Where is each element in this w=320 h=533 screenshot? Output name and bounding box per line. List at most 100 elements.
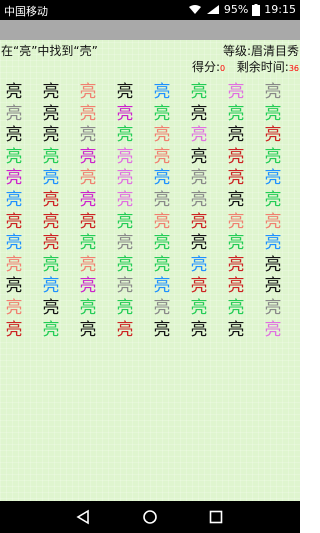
character-cell[interactable]: 亮 [78, 255, 98, 275]
character-cell[interactable]: 亮 [41, 125, 61, 145]
character-cell[interactable]: 亮 [152, 276, 172, 296]
character-cell[interactable]: 亮 [152, 190, 172, 210]
character-cell[interactable]: 亮 [115, 168, 135, 188]
character-cell[interactable]: 亮 [152, 125, 172, 145]
character-cell[interactable]: 亮 [4, 320, 24, 340]
character-cell[interactable]: 亮 [78, 276, 98, 296]
back-triangle-icon[interactable] [74, 509, 92, 525]
character-cell[interactable]: 亮 [263, 104, 283, 124]
character-cell[interactable]: 亮 [4, 125, 24, 145]
character-cell[interactable]: 亮 [4, 212, 24, 232]
character-cell[interactable]: 亮 [263, 298, 283, 318]
character-cell[interactable]: 亮 [226, 276, 246, 296]
character-cell[interactable]: 亮 [78, 104, 98, 124]
character-cell[interactable]: 亮 [226, 147, 246, 167]
character-cell[interactable]: 亮 [41, 320, 61, 340]
character-cell[interactable]: 亮 [263, 190, 283, 210]
character-cell[interactable]: 亮 [152, 104, 172, 124]
character-cell[interactable]: 亮 [4, 168, 24, 188]
character-cell[interactable]: 亮 [4, 82, 24, 102]
character-cell[interactable]: 亮 [4, 298, 24, 318]
character-cell[interactable]: 亮 [189, 320, 209, 340]
character-cell[interactable]: 亮 [41, 298, 61, 318]
character-cell[interactable]: 亮 [41, 255, 61, 275]
character-cell[interactable]: 亮 [41, 212, 61, 232]
character-cell[interactable]: 亮 [115, 298, 135, 318]
character-cell[interactable]: 亮 [4, 190, 24, 210]
character-cell[interactable]: 亮 [189, 190, 209, 210]
character-cell[interactable]: 亮 [115, 82, 135, 102]
character-cell[interactable]: 亮 [41, 276, 61, 296]
character-cell[interactable]: 亮 [152, 233, 172, 253]
character-cell[interactable]: 亮 [78, 147, 98, 167]
character-cell[interactable]: 亮 [226, 104, 246, 124]
character-cell[interactable]: 亮 [152, 82, 172, 102]
character-cell[interactable]: 亮 [263, 233, 283, 253]
recents-square-icon[interactable] [207, 509, 225, 525]
character-cell[interactable]: 亮 [41, 233, 61, 253]
character-cell[interactable]: 亮 [115, 255, 135, 275]
character-cell[interactable]: 亮 [263, 276, 283, 296]
character-cell[interactable]: 亮 [189, 168, 209, 188]
character-cell[interactable]: 亮 [263, 212, 283, 232]
character-cell[interactable]: 亮 [115, 212, 135, 232]
character-cell[interactable]: 亮 [4, 147, 24, 167]
character-cell[interactable]: 亮 [226, 168, 246, 188]
character-cell[interactable]: 亮 [115, 276, 135, 296]
character-cell[interactable]: 亮 [152, 298, 172, 318]
character-cell[interactable]: 亮 [189, 212, 209, 232]
character-cell[interactable]: 亮 [152, 255, 172, 275]
character-cell[interactable]: 亮 [152, 147, 172, 167]
character-cell[interactable]: 亮 [115, 233, 135, 253]
character-cell[interactable]: 亮 [152, 320, 172, 340]
character-cell[interactable]: 亮 [263, 320, 283, 340]
character-cell[interactable]: 亮 [189, 298, 209, 318]
character-cell[interactable]: 亮 [226, 320, 246, 340]
character-cell[interactable]: 亮 [115, 190, 135, 210]
character-cell[interactable]: 亮 [4, 255, 24, 275]
app-screen: 中国移动 95% 19:15 在“亮”中找到“壳” 等级:眉清目秀 得分:0 剩… [0, 0, 300, 533]
character-cell[interactable]: 亮 [226, 212, 246, 232]
character-cell[interactable]: 亮 [41, 104, 61, 124]
character-cell[interactable]: 亮 [78, 298, 98, 318]
character-cell[interactable]: 亮 [4, 104, 24, 124]
character-cell[interactable]: 亮 [78, 212, 98, 232]
character-cell[interactable]: 亮 [115, 147, 135, 167]
character-cell[interactable]: 亮 [226, 233, 246, 253]
character-cell[interactable]: 亮 [4, 276, 24, 296]
character-cell[interactable]: 亮 [263, 125, 283, 145]
character-cell[interactable]: 亮 [115, 104, 135, 124]
character-cell[interactable]: 亮 [263, 255, 283, 275]
character-cell[interactable]: 亮 [115, 320, 135, 340]
character-cell[interactable]: 亮 [78, 320, 98, 340]
character-cell[interactable]: 亮 [189, 125, 209, 145]
character-cell[interactable]: 亮 [189, 82, 209, 102]
character-cell[interactable]: 亮 [226, 298, 246, 318]
character-cell[interactable]: 亮 [152, 212, 172, 232]
character-cell[interactable]: 亮 [41, 147, 61, 167]
character-cell[interactable]: 亮 [78, 168, 98, 188]
character-cell[interactable]: 亮 [78, 125, 98, 145]
character-cell[interactable]: 亮 [189, 255, 209, 275]
character-cell[interactable]: 亮 [263, 168, 283, 188]
character-cell[interactable]: 亮 [78, 82, 98, 102]
character-cell[interactable]: 亮 [226, 255, 246, 275]
character-cell[interactable]: 亮 [189, 104, 209, 124]
character-cell[interactable]: 亮 [226, 125, 246, 145]
character-cell[interactable]: 亮 [263, 82, 283, 102]
character-cell[interactable]: 亮 [189, 233, 209, 253]
character-cell[interactable]: 亮 [78, 190, 98, 210]
character-cell[interactable]: 亮 [226, 190, 246, 210]
character-cell[interactable]: 亮 [152, 168, 172, 188]
character-cell[interactable]: 亮 [263, 147, 283, 167]
character-cell[interactable]: 亮 [4, 233, 24, 253]
home-circle-icon[interactable] [141, 509, 159, 525]
character-cell[interactable]: 亮 [41, 82, 61, 102]
character-cell[interactable]: 亮 [189, 147, 209, 167]
character-cell[interactable]: 亮 [41, 168, 61, 188]
character-cell[interactable]: 亮 [115, 125, 135, 145]
character-cell[interactable]: 亮 [41, 190, 61, 210]
character-cell[interactable]: 亮 [226, 82, 246, 102]
character-cell[interactable]: 亮 [189, 276, 209, 296]
character-cell[interactable]: 亮 [78, 233, 98, 253]
